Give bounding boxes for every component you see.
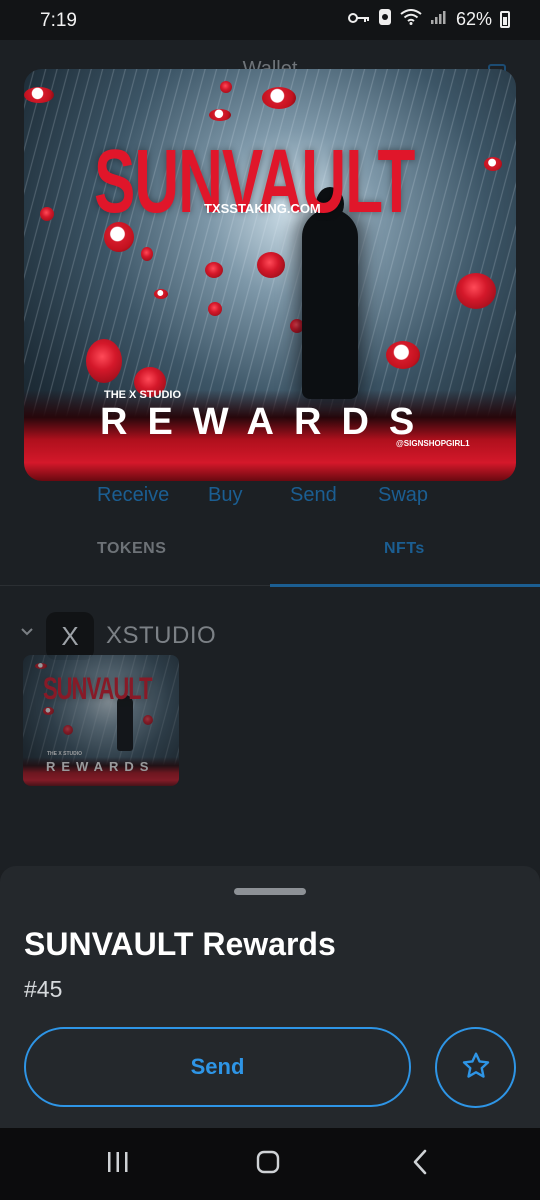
chevron-down-icon[interactable] — [20, 624, 34, 642]
battery-icon — [500, 11, 510, 28]
coin — [208, 302, 222, 316]
recents-button[interactable] — [98, 1148, 138, 1180]
art-credit: @SIGNSHOPGIRL1 — [396, 439, 470, 448]
favorite-button[interactable] — [435, 1027, 516, 1108]
asset-tabs: TOKENS NFTs — [0, 524, 540, 587]
thumbnail-studio: THE X STUDIO — [47, 751, 83, 757]
status-bar: 7:19 62% — [0, 0, 540, 40]
star-icon — [460, 1050, 492, 1085]
status-time: 7:19 — [40, 10, 77, 31]
nft-token-number: #45 — [24, 976, 63, 1002]
nft-preview-image[interactable]: SUNVAULT TXSSTAKING.COM THE X STUDIO REW… — [24, 69, 516, 481]
nft-name: SUNVAULT Rewards — [24, 926, 336, 962]
swap-action[interactable]: Swap — [378, 484, 428, 507]
send-action[interactable]: Send — [290, 484, 337, 507]
coin — [262, 87, 296, 109]
nft-artwork: SUNVAULT TXSSTAKING.COM THE X STUDIO REW… — [24, 69, 516, 481]
back-button[interactable] — [400, 1148, 440, 1180]
art-website: TXSSTAKING.COM — [204, 201, 321, 216]
nft-thumbnail[interactable]: SUNVAULT THE X STUDIO REWARDS — [23, 655, 179, 786]
wifi-icon — [400, 9, 422, 30]
tab-tokens[interactable]: TOKENS — [97, 540, 166, 558]
coin — [40, 207, 54, 221]
collection-logo: X — [46, 612, 94, 660]
coin — [386, 341, 420, 369]
coin — [141, 247, 153, 261]
system-nav-bar — [0, 1128, 540, 1200]
coin — [154, 289, 168, 299]
send-button[interactable]: Send — [24, 1027, 411, 1107]
coin — [220, 81, 232, 93]
battery-text: 62% — [455, 9, 492, 29]
app-notification-icon — [378, 8, 392, 31]
coin — [205, 262, 223, 278]
coin — [209, 109, 231, 121]
home-button[interactable] — [248, 1148, 288, 1180]
art-headline: REWARDS — [100, 401, 435, 443]
recents-icon — [105, 1150, 131, 1179]
signal-icon — [430, 9, 448, 30]
status-icons: 62% — [347, 8, 510, 31]
coin — [43, 707, 54, 715]
coin — [35, 663, 47, 669]
thumbnail-artwork: SUNVAULT THE X STUDIO REWARDS — [23, 655, 179, 786]
nft-detail-sheet: SUNVAULT Rewards #45 Send — [0, 866, 540, 1128]
tab-nfts[interactable]: NFTs — [384, 540, 425, 558]
home-icon — [255, 1149, 281, 1180]
receive-action[interactable]: Receive — [97, 484, 169, 507]
buy-action[interactable]: Buy — [208, 484, 242, 507]
coin — [484, 157, 502, 171]
silhouette-figure — [302, 209, 358, 399]
coin — [63, 725, 73, 735]
art-studio: THE X STUDIO — [104, 389, 182, 401]
back-icon — [410, 1148, 430, 1181]
art-title: SUNVAULT — [94, 132, 415, 233]
collection-name: XSTUDIO — [106, 622, 217, 649]
sheet-drag-handle[interactable] — [234, 888, 306, 895]
thumbnail-headline: REWARDS — [46, 759, 155, 774]
coin — [257, 252, 285, 278]
coin — [143, 715, 153, 725]
screen: 7:19 62% Wallet Receive Buy Send Swa — [0, 0, 540, 1200]
coin — [456, 273, 496, 309]
thumbnail-title: SUNVAULT — [43, 670, 153, 707]
active-tab-indicator — [270, 584, 540, 587]
key-icon — [347, 9, 370, 30]
coin — [86, 339, 122, 383]
coin — [24, 87, 54, 103]
